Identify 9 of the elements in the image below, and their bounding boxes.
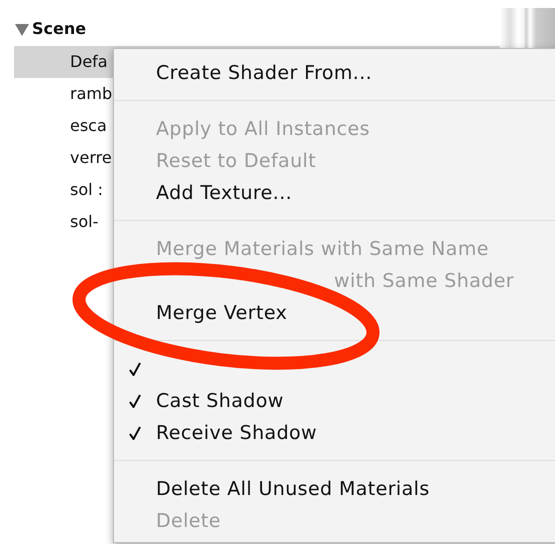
menu-item[interactable]: Delete All Unused Materials — [156, 473, 430, 505]
menu-item[interactable]: Merge Vertex — [156, 297, 288, 329]
menu-item[interactable]: Cast Shadow — [156, 385, 284, 417]
tree-item[interactable]: Scene — [32, 18, 86, 38]
menu-item[interactable]: Add Texture... — [156, 177, 292, 209]
column-header — [500, 8, 555, 48]
menu-item[interactable]: Receive Shadow — [156, 417, 317, 449]
menu-item[interactable]: Create Shader From... — [156, 57, 372, 89]
disclosure-triangle-icon[interactable] — [14, 23, 30, 37]
